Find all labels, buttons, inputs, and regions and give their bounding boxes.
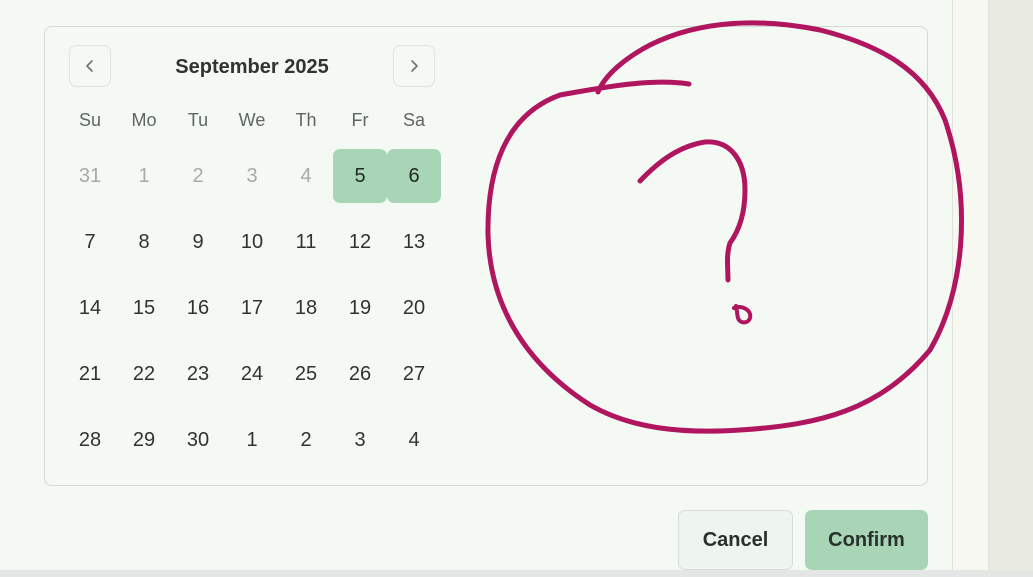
day-cell[interactable]: 29	[117, 413, 171, 467]
day-cell-outside-month[interactable]: 1	[117, 149, 171, 203]
day-cell[interactable]: 27	[387, 347, 441, 401]
chevron-left-icon	[86, 60, 93, 72]
chevron-right-icon	[411, 60, 418, 72]
weekday-label: Sa	[402, 110, 426, 130]
day-cell-outside-month[interactable]: 2	[171, 149, 225, 203]
side-panel-edge	[953, 0, 989, 570]
weekday-label: Tu	[187, 110, 209, 130]
month-title: September 2025	[175, 56, 329, 78]
next-month-button[interactable]	[393, 45, 435, 87]
day-cell[interactable]: 16	[171, 281, 225, 335]
day-cell[interactable]: 8	[117, 215, 171, 269]
previous-month-button[interactable]	[69, 45, 111, 87]
weekday-label: Su	[78, 110, 102, 130]
day-cell[interactable]: 22	[117, 347, 171, 401]
weekday-label: Mo	[131, 110, 157, 130]
day-cell-selected[interactable]: 5	[333, 149, 387, 203]
day-cell[interactable]: 11	[279, 215, 333, 269]
day-cell[interactable]: 17	[225, 281, 279, 335]
day-cell-outside-month[interactable]: 31	[63, 149, 117, 203]
day-cell[interactable]: 20	[387, 281, 441, 335]
day-cell[interactable]: 3	[333, 413, 387, 467]
day-cell[interactable]: 19	[333, 281, 387, 335]
day-cell[interactable]: 28	[63, 413, 117, 467]
weekday-label: Fr	[351, 110, 369, 130]
day-cell[interactable]: 4	[387, 413, 441, 467]
day-cell[interactable]: 15	[117, 281, 171, 335]
day-cell[interactable]: 2	[279, 413, 333, 467]
day-cell[interactable]: 26	[333, 347, 387, 401]
day-cell[interactable]: 24	[225, 347, 279, 401]
day-cell-selected[interactable]: 6	[387, 149, 441, 203]
day-cell-outside-month[interactable]: 4	[279, 149, 333, 203]
day-cell[interactable]: 14	[63, 281, 117, 335]
day-cell[interactable]: 25	[279, 347, 333, 401]
weekday-label: We	[238, 110, 266, 130]
day-cell[interactable]: 7	[63, 215, 117, 269]
window-background	[989, 0, 1033, 570]
confirm-button[interactable]: Confirm	[805, 510, 928, 570]
day-cell[interactable]: 1	[225, 413, 279, 467]
day-cell[interactable]: 30	[171, 413, 225, 467]
day-cell[interactable]: 21	[63, 347, 117, 401]
day-cell[interactable]: 23	[171, 347, 225, 401]
day-cell[interactable]: 12	[333, 215, 387, 269]
cancel-button[interactable]: Cancel	[678, 510, 793, 570]
day-cell[interactable]: 9	[171, 215, 225, 269]
bottom-scrollbar[interactable]	[0, 570, 1033, 577]
day-cell[interactable]: 18	[279, 281, 333, 335]
day-cell-outside-month[interactable]: 3	[225, 149, 279, 203]
weekday-label: Th	[295, 110, 317, 130]
day-cell[interactable]: 13	[387, 215, 441, 269]
day-cell[interactable]: 10	[225, 215, 279, 269]
